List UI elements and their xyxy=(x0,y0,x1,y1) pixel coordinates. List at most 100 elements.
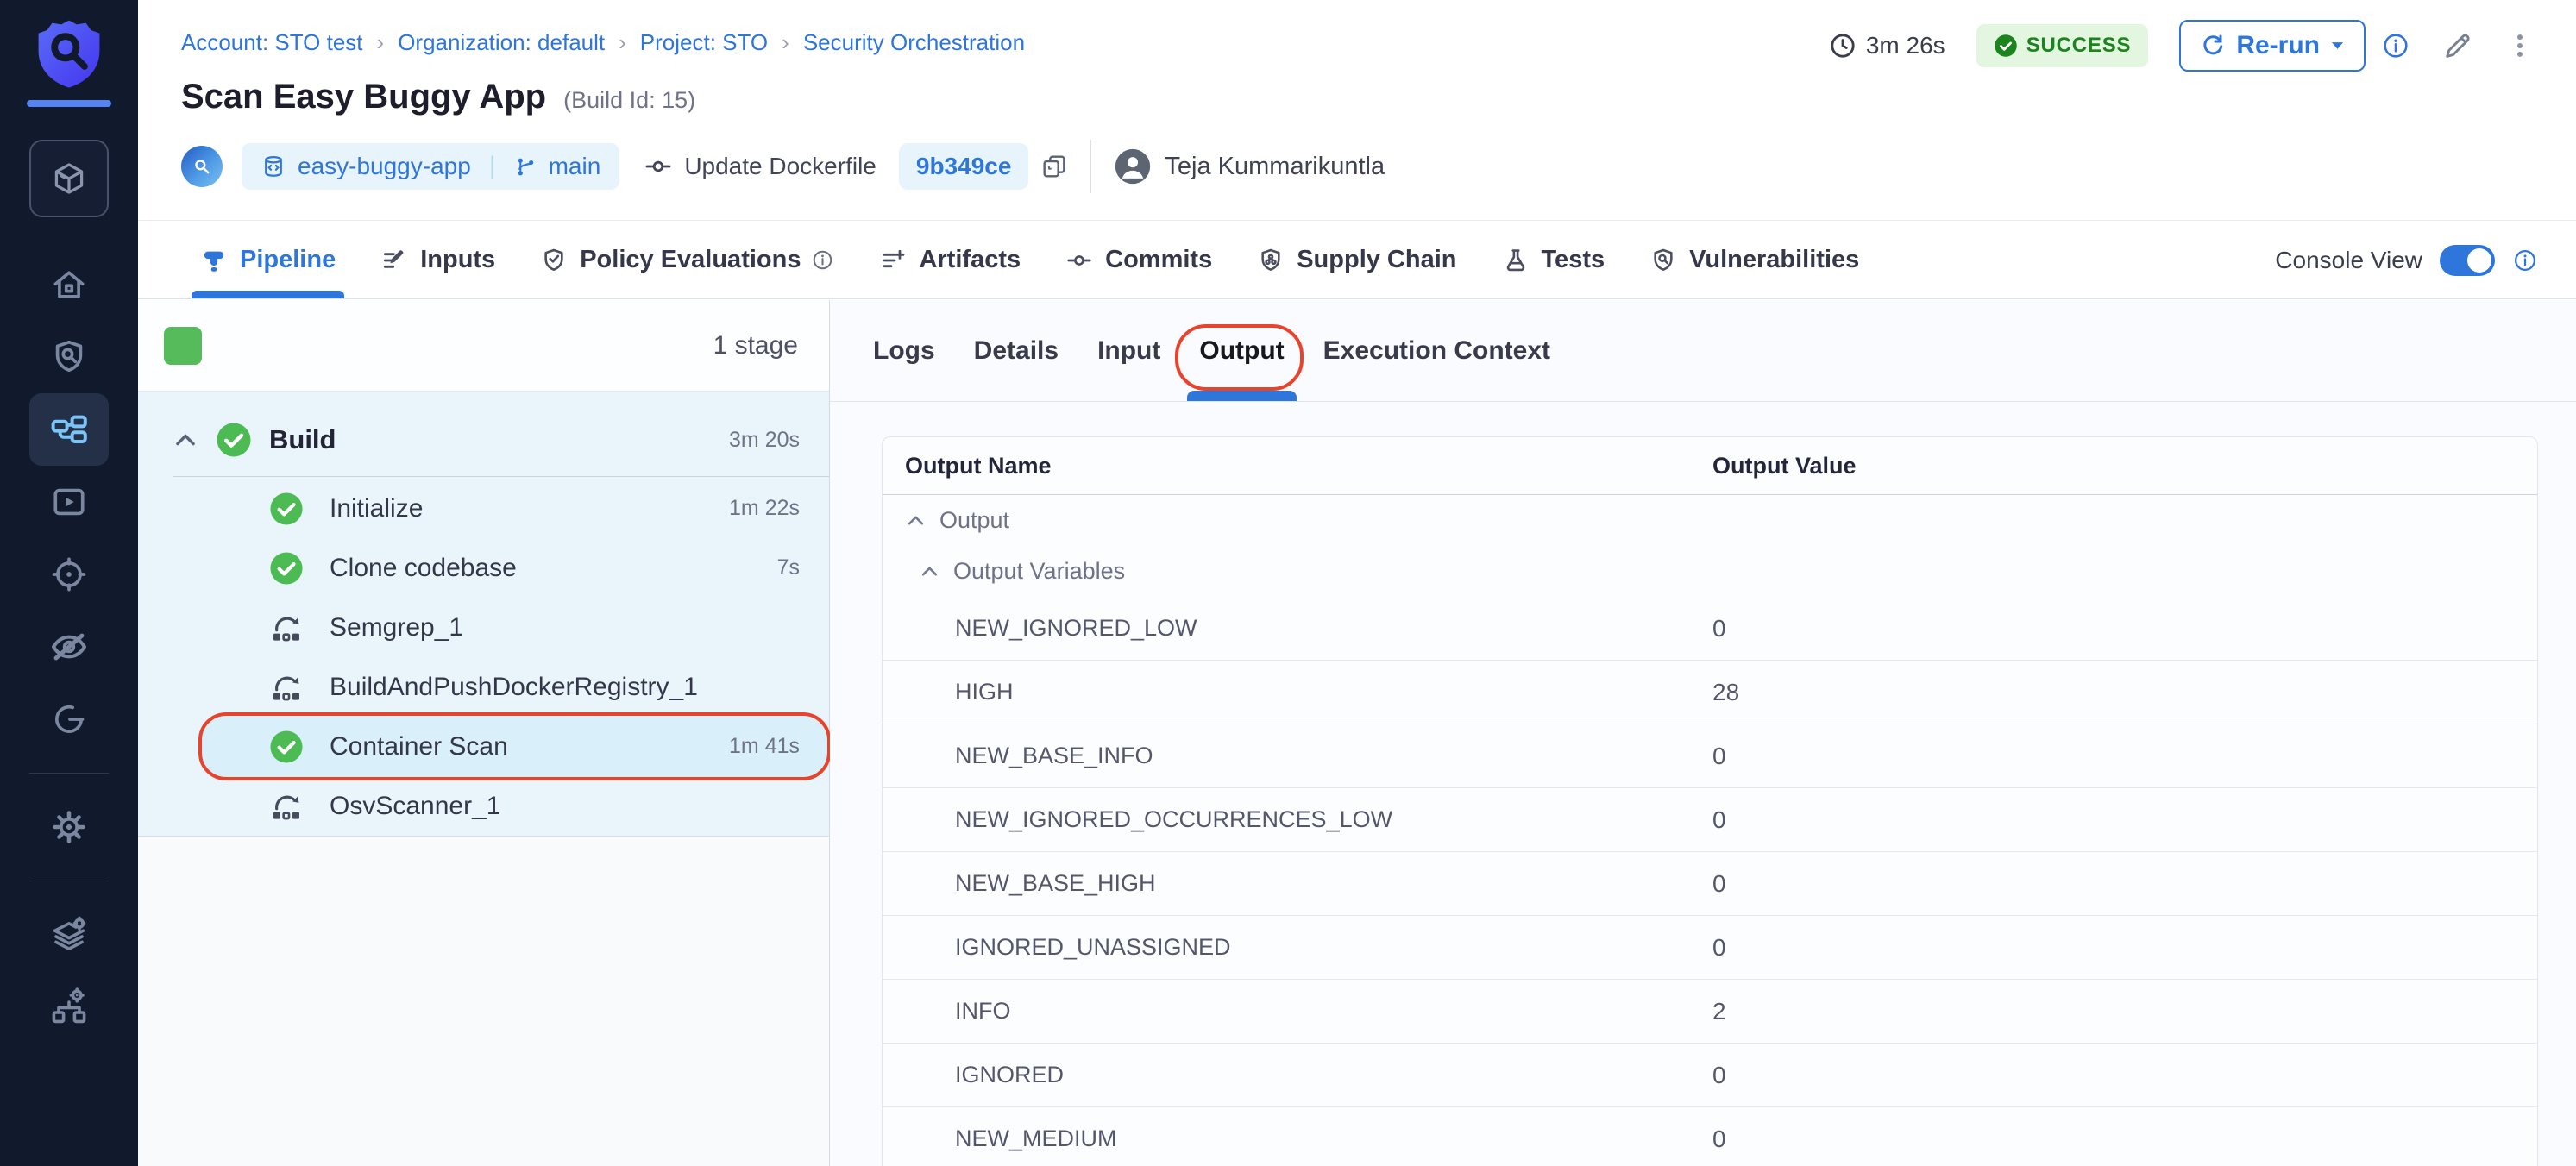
step-duration: 1m 41s xyxy=(729,734,800,759)
scans-shield-search-icon[interactable] xyxy=(29,321,109,393)
codebase-pill[interactable]: easy-buggy-app | main xyxy=(242,143,619,190)
info-icon[interactable] xyxy=(2512,248,2538,273)
step-loop-icon xyxy=(269,670,304,705)
kebab-menu-icon[interactable] xyxy=(2505,31,2535,60)
tab-artifacts[interactable]: Artifacts xyxy=(879,222,1021,298)
table-row[interactable]: HIGH28 xyxy=(883,661,2537,724)
table-row[interactable]: NEW_IGNORED_OCCURRENCES_LOW0 xyxy=(883,788,2537,852)
tab-input[interactable]: Input xyxy=(1097,300,1160,401)
tab-label: Supply Chain xyxy=(1297,246,1456,274)
group-output-variables[interactable]: Output Variables xyxy=(883,545,2537,597)
output-name: HIGH xyxy=(955,679,1014,705)
step-row-clone-codebase[interactable]: Clone codebase 7s xyxy=(138,538,829,598)
output-name: IGNORED xyxy=(955,1062,1064,1088)
repository-icon xyxy=(261,154,286,179)
breadcrumb-project[interactable]: Project: STO xyxy=(640,29,768,56)
edit-pencil-icon[interactable] xyxy=(2441,29,2474,62)
tab-execution-context[interactable]: Execution Context xyxy=(1323,300,1550,401)
step-name: BuildAndPushDockerRegistry_1 xyxy=(330,673,698,702)
breadcrumb-pipeline[interactable]: Security Orchestration xyxy=(803,29,1025,56)
step-row-initialize[interactable]: Initialize 1m 22s xyxy=(138,479,829,538)
tab-tests[interactable]: Tests xyxy=(1502,222,1605,298)
exemptions-eye-slash-icon[interactable] xyxy=(29,611,109,683)
stage-group-build[interactable]: Build 3m 20s xyxy=(138,404,829,476)
trigger-globe-icon[interactable] xyxy=(181,146,223,187)
commit-message[interactable]: Update Dockerfile xyxy=(684,153,876,180)
step-row-osvscanner[interactable]: OsvScanner_1 xyxy=(138,776,829,836)
tab-logs[interactable]: Logs xyxy=(873,300,935,401)
table-row[interactable]: NEW_BASE_HIGH0 xyxy=(883,852,2537,916)
tab-commits[interactable]: Commits xyxy=(1065,222,1212,298)
artifacts-list-plus-icon xyxy=(879,247,907,274)
breadcrumb-org[interactable]: Organization: default xyxy=(398,29,605,56)
title-row: Scan Easy Buggy App (Build Id: 15) xyxy=(181,78,695,116)
group-label: Output xyxy=(939,507,1009,534)
resources-layers-gear-icon[interactable] xyxy=(29,899,109,971)
commit-icon xyxy=(644,152,673,181)
tab-pipeline[interactable]: Pipeline xyxy=(200,222,336,298)
module-selector-button[interactable] xyxy=(29,140,109,217)
pipelines-icon[interactable] xyxy=(29,393,109,466)
table-row[interactable]: INFO2 xyxy=(883,980,2537,1044)
copy-icon[interactable] xyxy=(1040,153,1068,180)
tab-policy-evaluations[interactable]: Policy Evaluations xyxy=(540,222,834,298)
stage-count: 1 stage xyxy=(713,331,798,360)
output-value: 0 xyxy=(1712,806,1726,834)
chevron-up-icon[interactable] xyxy=(174,433,197,447)
console-view-toggle[interactable] xyxy=(2440,245,2495,276)
sidebar-nav xyxy=(0,217,138,1044)
output-value: 0 xyxy=(1712,1062,1726,1089)
build-meta-row: easy-buggy-app | main xyxy=(181,141,1385,191)
executions-play-icon[interactable] xyxy=(29,466,109,538)
breadcrumb-separator: › xyxy=(619,29,626,56)
tab-label: Commits xyxy=(1105,246,1212,274)
status-badge: SUCCESS xyxy=(1976,24,2149,67)
output-value: 0 xyxy=(1712,1125,1726,1153)
commit-sha-pill[interactable]: 9b349ce xyxy=(899,143,1029,190)
module-cube-icon xyxy=(49,159,89,198)
rerun-button[interactable]: Re-run xyxy=(2179,20,2366,72)
table-row[interactable]: IGNORED_UNASSIGNED0 xyxy=(883,916,2537,980)
tab-output[interactable]: Output xyxy=(1199,300,1284,401)
column-output-name: Output Name xyxy=(905,453,1052,480)
step-row-container-scan[interactable]: Container Scan 1m 41s xyxy=(138,717,829,776)
info-icon[interactable] xyxy=(2381,31,2410,60)
group-output[interactable]: Output xyxy=(883,495,2537,545)
table-row[interactable]: NEW_IGNORED_LOW0 xyxy=(883,597,2537,661)
group-label: Output Variables xyxy=(953,558,1125,585)
org-structure-gear-icon[interactable] xyxy=(29,971,109,1044)
step-row-semgrep[interactable]: Semgrep_1 xyxy=(138,598,829,657)
inputs-icon xyxy=(380,247,408,274)
sto-logo-icon[interactable] xyxy=(35,17,103,90)
tab-label: Artifacts xyxy=(919,246,1021,274)
output-name: NEW_MEDIUM xyxy=(955,1125,1117,1152)
tab-vulnerabilities[interactable]: Vulnerabilities xyxy=(1649,222,1859,298)
output-name: NEW_BASE_HIGH xyxy=(955,870,1156,897)
pipeline-icon xyxy=(200,247,228,274)
status-label: SUCCESS xyxy=(2026,34,2132,58)
table-row[interactable]: IGNORED 0 xyxy=(883,1044,2537,1107)
output-table: Output Name Output Value Output Output xyxy=(882,436,2538,1166)
commit-sha: 9b349ce xyxy=(916,153,1012,180)
breadcrumb-account[interactable]: Account: STO test xyxy=(181,29,363,56)
page-title: Scan Easy Buggy App xyxy=(181,78,546,116)
info-icon[interactable] xyxy=(811,248,834,272)
table-row[interactable]: NEW_BASE_INFO0 xyxy=(883,724,2537,788)
commit-info: Update Dockerfile xyxy=(644,152,876,181)
get-started-power-icon[interactable] xyxy=(29,683,109,755)
tab-inputs[interactable]: Inputs xyxy=(380,222,495,298)
table-row[interactable]: NEW_MEDIUM 0 xyxy=(883,1107,2537,1166)
output-value: 2 xyxy=(1712,998,1726,1025)
main-area: Account: STO test › Organization: defaul… xyxy=(138,0,2576,1166)
step-row-build-and-push[interactable]: BuildAndPushDockerRegistry_1 xyxy=(138,657,829,717)
home-icon[interactable] xyxy=(29,248,109,321)
step-detail-panel: Logs Details Input Output Execution Cont… xyxy=(830,300,2576,1166)
tab-details[interactable]: Details xyxy=(974,300,1059,401)
app-root: Account: STO test › Organization: defaul… xyxy=(0,0,2576,1166)
step-name: Container Scan xyxy=(330,732,508,762)
targets-crosshair-icon[interactable] xyxy=(29,538,109,611)
avatar[interactable] xyxy=(1114,147,1152,185)
settings-gear-icon[interactable] xyxy=(29,791,109,863)
tab-label: Execution Context xyxy=(1323,336,1550,366)
tab-supply-chain[interactable]: Supply Chain xyxy=(1257,222,1456,298)
